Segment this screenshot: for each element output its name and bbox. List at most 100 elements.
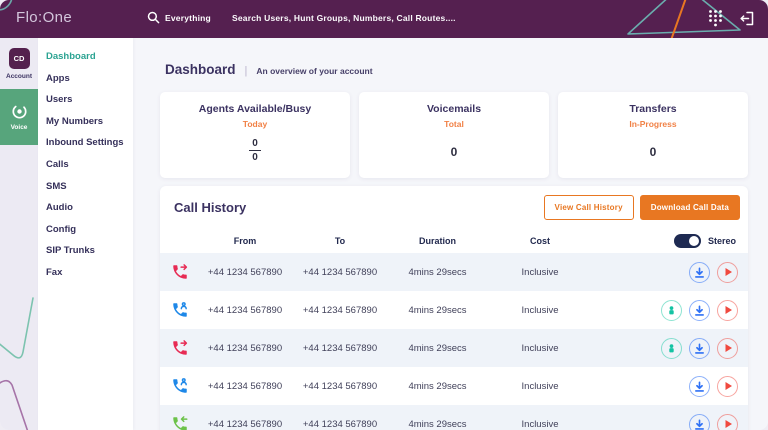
cell-cost: Inclusive xyxy=(521,380,559,392)
download-recording-button[interactable] xyxy=(689,413,710,430)
stat-card: Agents Available/Busy Today 0 0 xyxy=(160,92,350,178)
page-header: Dashboard | An overview of your account xyxy=(165,62,373,77)
sidebar-item-config[interactable]: Config xyxy=(38,219,133,241)
view-call-history-button[interactable]: View Call History xyxy=(543,195,634,220)
call-history-panel: Call History View Call History Download … xyxy=(160,186,748,430)
cell-to: +44 1234 567890 xyxy=(302,304,378,316)
search-icon[interactable] xyxy=(147,11,160,24)
sidebar-item-sip-trunks[interactable]: SIP Trunks xyxy=(38,240,133,262)
sidebar-item-sms[interactable]: SMS xyxy=(38,176,133,198)
cell-from: +44 1234 567890 xyxy=(207,266,283,278)
table-row: +44 1234 567890 +44 1234 567890 4mins 29… xyxy=(160,367,748,405)
stat-subtitle: Today xyxy=(242,119,268,129)
column-header-to: To xyxy=(334,236,346,246)
table-row: +44 1234 567890 +44 1234 567890 4mins 29… xyxy=(160,291,748,329)
stat-fraction-denominator: 0 xyxy=(252,152,258,163)
stat-fraction-numerator: 0 xyxy=(249,138,261,151)
stat-subtitle: Total xyxy=(444,119,464,129)
play-recording-button[interactable] xyxy=(717,337,738,359)
download-icon xyxy=(695,305,704,316)
dialpad-icon[interactable] xyxy=(708,9,723,27)
column-header-cost: Cost xyxy=(530,236,550,246)
cell-duration: 4mins 29secs xyxy=(408,418,467,430)
cell-to: +44 1234 567890 xyxy=(302,418,378,430)
cell-duration: 4mins 29secs xyxy=(408,342,467,354)
play-icon xyxy=(725,268,732,276)
cell-duration: 4mins 29secs xyxy=(408,266,467,278)
cell-cost: Inclusive xyxy=(521,342,559,354)
stereo-label: Stereo xyxy=(707,236,736,246)
download-recording-button[interactable] xyxy=(689,375,710,397)
header-divider: | xyxy=(244,65,248,77)
download-icon xyxy=(695,343,704,354)
table-row: +44 1234 567890 +44 1234 567890 4mins 29… xyxy=(160,253,748,291)
table-row: +44 1234 567890 +44 1234 567890 4mins 29… xyxy=(160,405,748,430)
stat-fraction: 0 0 xyxy=(249,138,261,163)
call-history-rows: +44 1234 567890 +44 1234 567890 4mins 29… xyxy=(160,253,748,430)
cell-cost: Inclusive xyxy=(521,418,559,430)
sidebar-item-apps[interactable]: Apps xyxy=(38,68,133,90)
cell-cost: Inclusive xyxy=(521,304,559,316)
search-scope-dropdown[interactable]: Everything xyxy=(165,13,211,23)
stat-title: Agents Available/Busy xyxy=(198,103,312,115)
call-internal-icon xyxy=(173,302,187,317)
stereo-toggle[interactable] xyxy=(673,234,701,248)
voice-section-tile[interactable]: Voice xyxy=(0,89,38,145)
cell-from: +44 1234 567890 xyxy=(207,304,283,316)
cell-cost: Inclusive xyxy=(521,266,559,278)
cell-to: +44 1234 567890 xyxy=(302,380,378,392)
play-icon xyxy=(725,306,732,314)
call-outgoing-icon xyxy=(173,264,188,279)
table-column-headers: From To Duration Cost Stereo xyxy=(160,229,748,253)
call-history-header: Call History View Call History Download … xyxy=(160,186,748,220)
search-input[interactable]: Search Users, Hunt Groups, Numbers, Call… xyxy=(232,13,456,23)
download-call-data-button[interactable]: Download Call Data xyxy=(639,195,740,220)
sidebar-item-users[interactable]: Users xyxy=(38,89,133,111)
voicemail-button[interactable] xyxy=(661,299,682,321)
sidebar-item-my-numbers[interactable]: My Numbers xyxy=(38,111,133,133)
call-internal-icon xyxy=(173,378,187,393)
download-icon xyxy=(695,381,704,392)
call-outgoing-icon xyxy=(173,340,188,355)
cell-duration: 4mins 29secs xyxy=(408,304,467,316)
play-recording-button[interactable] xyxy=(717,375,738,397)
call-history-title: Call History xyxy=(174,200,247,215)
play-recording-button[interactable] xyxy=(717,413,738,430)
play-icon xyxy=(725,344,732,352)
play-recording-button[interactable] xyxy=(717,261,738,283)
column-header-from: From xyxy=(233,236,257,246)
account-avatar[interactable]: CD xyxy=(8,48,30,69)
download-recording-button[interactable] xyxy=(689,337,710,359)
decorative-curves xyxy=(0,297,34,430)
play-recording-button[interactable] xyxy=(717,299,738,321)
page-subtitle: An overview of your account xyxy=(256,66,373,76)
sidebar-item-dashboard[interactable]: Dashboard xyxy=(38,46,133,68)
voicemail-button[interactable] xyxy=(661,337,682,359)
play-icon xyxy=(725,420,732,428)
sidebar-item-inbound-settings[interactable]: Inbound Settings xyxy=(38,132,133,154)
sidebar-item-fax[interactable]: Fax xyxy=(38,262,133,284)
page-title: Dashboard xyxy=(165,62,236,77)
left-rail: CD Account Voice xyxy=(0,38,38,430)
stat-title: Voicemails xyxy=(426,103,482,115)
stat-value: 0 xyxy=(450,145,458,159)
download-recording-button[interactable] xyxy=(689,299,710,321)
table-row: +44 1234 567890 +44 1234 567890 4mins 29… xyxy=(160,329,748,367)
cell-from: +44 1234 567890 xyxy=(207,418,283,430)
sidebar-item-audio[interactable]: Audio xyxy=(38,197,133,219)
column-header-duration: Duration xyxy=(419,236,456,246)
voice-icon xyxy=(11,104,27,119)
stat-subtitle: In-Progress xyxy=(629,119,677,129)
cell-to: +44 1234 567890 xyxy=(302,266,378,278)
sidebar-item-calls[interactable]: Calls xyxy=(38,154,133,176)
download-recording-button[interactable] xyxy=(689,261,710,283)
main-content: Dashboard | An overview of your account … xyxy=(133,38,768,430)
logout-icon[interactable] xyxy=(738,10,755,27)
download-icon xyxy=(695,419,704,430)
topbar: Flo:One Everything Search Users, Hunt Gr… xyxy=(0,0,768,38)
stat-cards: Agents Available/Busy Today 0 0 Voicemai… xyxy=(160,92,748,178)
voice-label: Voice xyxy=(10,124,28,131)
stat-value: 0 xyxy=(649,145,657,159)
call-incoming-icon xyxy=(173,416,188,430)
cell-from: +44 1234 567890 xyxy=(207,342,283,354)
